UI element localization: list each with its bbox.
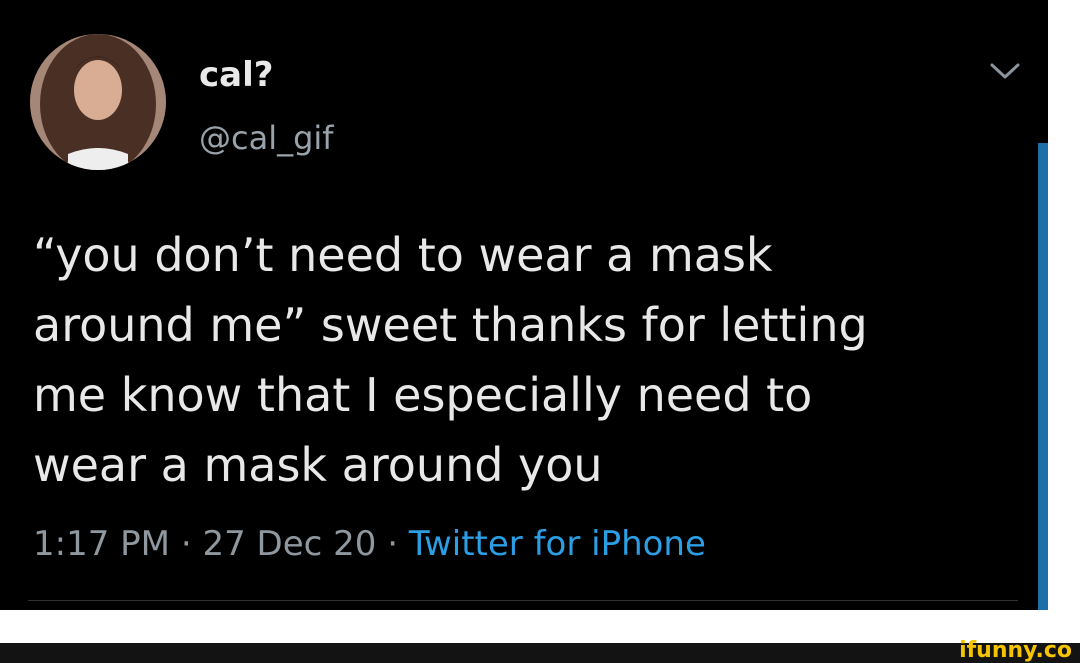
meta-separator: ·	[387, 524, 398, 564]
tweet-source-link[interactable]: Twitter for iPhone	[409, 524, 706, 564]
author-handle[interactable]: @cal_gif	[199, 118, 334, 158]
watermark-bar	[0, 643, 1080, 663]
tweet-time: 1:17 PM	[33, 524, 170, 564]
watermark-logo: ifunny.co	[959, 638, 1072, 663]
tweet-card: cal? @cal_gif “you don’t need to wear a …	[0, 0, 1048, 610]
tweet-text: “you don’t need to wear a mask around me…	[33, 228, 868, 492]
avatar[interactable]	[30, 34, 166, 170]
divider	[28, 600, 1018, 601]
screenshot-canvas: cal? @cal_gif “you don’t need to wear a …	[0, 0, 1080, 663]
chevron-down-icon[interactable]	[988, 60, 1022, 82]
avatar-image	[30, 34, 166, 170]
meta-separator: ·	[180, 524, 192, 564]
tweet-meta: 1:17 PM · 27 Dec 20 · Twitter for iPhone	[33, 520, 706, 568]
author-display-name[interactable]: cal?	[199, 55, 273, 95]
scrollbar[interactable]	[1038, 143, 1048, 610]
tweet-date: 27 Dec 20	[202, 524, 377, 564]
